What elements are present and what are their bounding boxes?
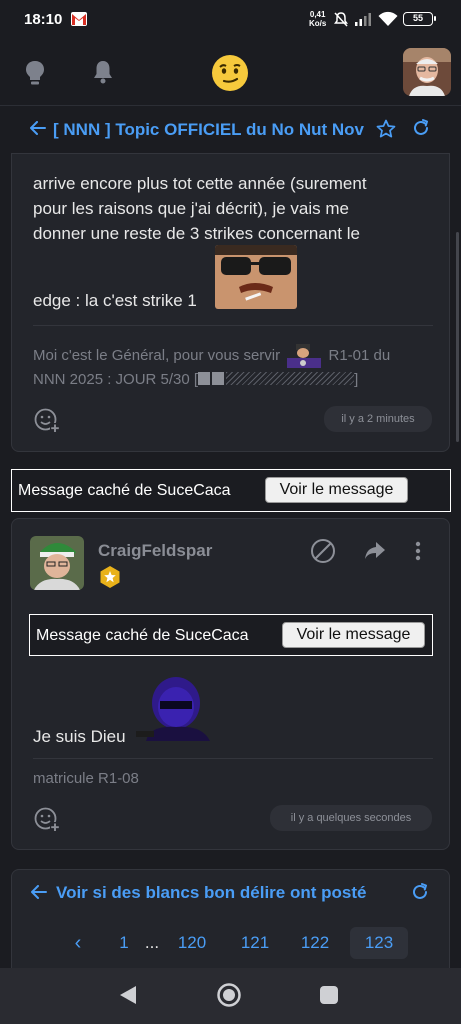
author-avatar[interactable] bbox=[30, 536, 84, 590]
mute-icon bbox=[333, 11, 349, 32]
topic-bar: [ NNN ] Topic OFFICIEL du No Nut Nov bbox=[0, 107, 461, 151]
star-badge-icon bbox=[98, 565, 122, 594]
signature-text: Moi c'est le Général, pour vous servir bbox=[33, 347, 281, 364]
status-bar: 18:10 0,41 Ko/s 55 bbox=[0, 0, 461, 38]
signature-text-rank: R1-01 du bbox=[328, 347, 391, 364]
divider bbox=[33, 758, 433, 759]
refresh-icon[interactable] bbox=[411, 883, 429, 906]
post-time: il y a 2 minutes bbox=[324, 406, 432, 432]
add-reaction-icon[interactable] bbox=[34, 407, 60, 438]
more-options-icon[interactable] bbox=[413, 540, 423, 567]
page-link[interactable]: 122 bbox=[294, 927, 336, 959]
hidden-message-label: Message caché de SuceCaca bbox=[18, 482, 231, 499]
network-rate: 0,41 Ko/s bbox=[309, 10, 326, 28]
previous-page-button[interactable]: ‹ bbox=[68, 927, 88, 959]
pagination-ellipsis: ... bbox=[144, 933, 160, 952]
post-time: il y a quelques secondes bbox=[270, 805, 432, 831]
hidden-message-bar: Message caché de SuceCaca Voir le messag… bbox=[29, 614, 433, 656]
show-message-button[interactable]: Voir le message bbox=[265, 477, 408, 503]
show-message-button[interactable]: Voir le message bbox=[282, 622, 425, 648]
block-icon[interactable] bbox=[310, 538, 336, 569]
hidden-message-bar: Message caché de SuceCaca Voir le messag… bbox=[11, 469, 451, 512]
progress-fill bbox=[198, 372, 227, 386]
network-rate-unit: Ko/s bbox=[309, 19, 327, 28]
post-card: CraigFeldspar Message caché de SuceCaca … bbox=[11, 518, 450, 850]
author-username[interactable]: CraigFeldspar bbox=[98, 541, 212, 561]
refresh-icon[interactable] bbox=[412, 119, 430, 142]
post-text-line: arrive encore plus tot cette année (sure… bbox=[33, 174, 367, 193]
back-arrow-icon[interactable] bbox=[30, 121, 46, 140]
scrollbar[interactable] bbox=[456, 232, 459, 442]
nav-home-icon[interactable] bbox=[216, 982, 242, 1013]
general-sticker-image bbox=[284, 344, 324, 369]
signature-text-progress: NNN 2025 : JOUR 5/30 [ bbox=[33, 371, 199, 389]
hidden-message-label: Message caché de SuceCaca bbox=[36, 627, 249, 644]
gmail-icon bbox=[71, 12, 87, 26]
post-text: Je suis Dieu bbox=[33, 727, 126, 746]
topic-title[interactable]: [ NNN ] Topic OFFICIEL du No Nut Nov bbox=[53, 120, 364, 140]
wifi-icon bbox=[378, 11, 398, 32]
system-nav-bar bbox=[0, 968, 461, 1024]
smiley-logo[interactable] bbox=[211, 54, 249, 92]
battery-icon: 55 bbox=[403, 12, 436, 26]
page-link[interactable]: 1 bbox=[114, 927, 134, 959]
star-icon[interactable] bbox=[376, 119, 396, 144]
post-signature: matricule R1-08 bbox=[33, 770, 139, 787]
post-text-line: donner une reste de 3 strikes concernant… bbox=[33, 224, 360, 243]
post-text-after-sticker: edge : la c'est strike 1 bbox=[33, 291, 197, 310]
post-text: arrive encore plus tot cette année (sure… bbox=[33, 171, 438, 246]
network-rate-value: 0,41 bbox=[309, 10, 326, 19]
pagination-title[interactable]: Voir si des blancs bon délire ont posté bbox=[56, 883, 366, 903]
app-header bbox=[0, 38, 461, 106]
bell-icon[interactable] bbox=[92, 59, 114, 90]
nav-recents-icon[interactable] bbox=[319, 985, 339, 1010]
nav-back-icon[interactable] bbox=[118, 984, 138, 1011]
pagination-card: Voir si des blancs bon délire ont posté … bbox=[11, 869, 450, 979]
divider bbox=[33, 325, 433, 326]
post-signature: Moi c'est le Général, pour vous servir R… bbox=[33, 344, 438, 391]
page-link[interactable]: 121 bbox=[234, 927, 276, 959]
post-text-line: pour les raisons que j'ai décrit), je va… bbox=[33, 199, 349, 218]
user-avatar[interactable] bbox=[403, 48, 451, 96]
lightbulb-icon[interactable] bbox=[24, 60, 46, 91]
signal-icon bbox=[354, 12, 372, 31]
post-card: arrive encore plus tot cette année (sure… bbox=[11, 153, 450, 452]
status-time: 18:10 bbox=[24, 11, 63, 28]
back-arrow-icon[interactable] bbox=[31, 885, 47, 904]
share-icon[interactable] bbox=[364, 540, 386, 565]
signature-text-end: ] bbox=[354, 371, 359, 389]
current-page[interactable]: 123 bbox=[350, 927, 408, 959]
page-link[interactable]: 120 bbox=[171, 927, 213, 959]
add-reaction-icon[interactable] bbox=[34, 806, 60, 837]
progress-bar bbox=[198, 372, 355, 386]
